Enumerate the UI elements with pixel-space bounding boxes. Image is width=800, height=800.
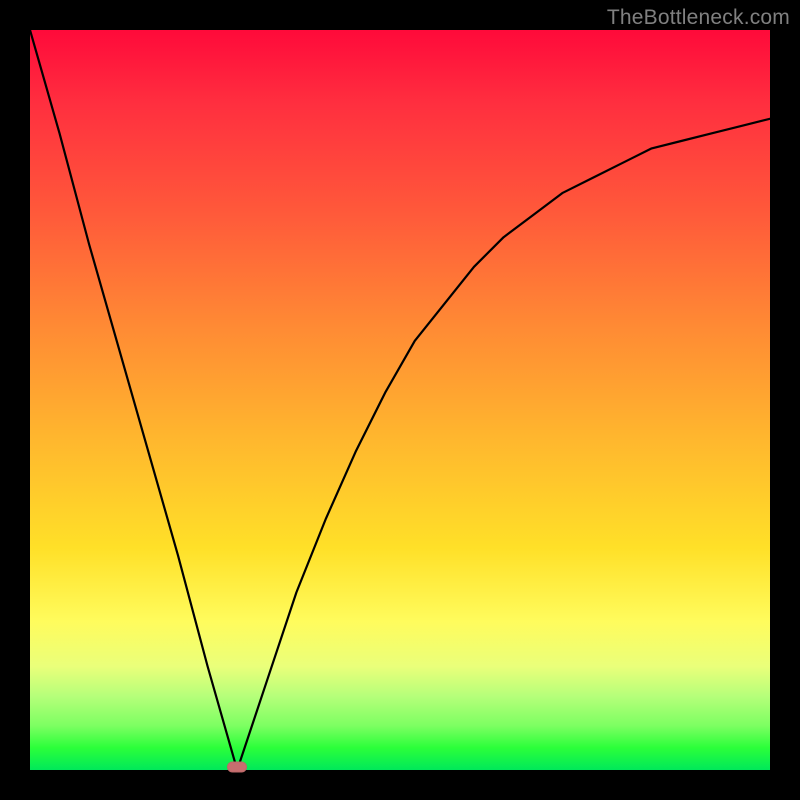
attribution-watermark: TheBottleneck.com [607, 6, 790, 30]
optimum-marker [227, 762, 247, 773]
bottleneck-curve [30, 30, 770, 770]
chart-frame: TheBottleneck.com [0, 0, 800, 800]
plot-area [30, 30, 770, 770]
